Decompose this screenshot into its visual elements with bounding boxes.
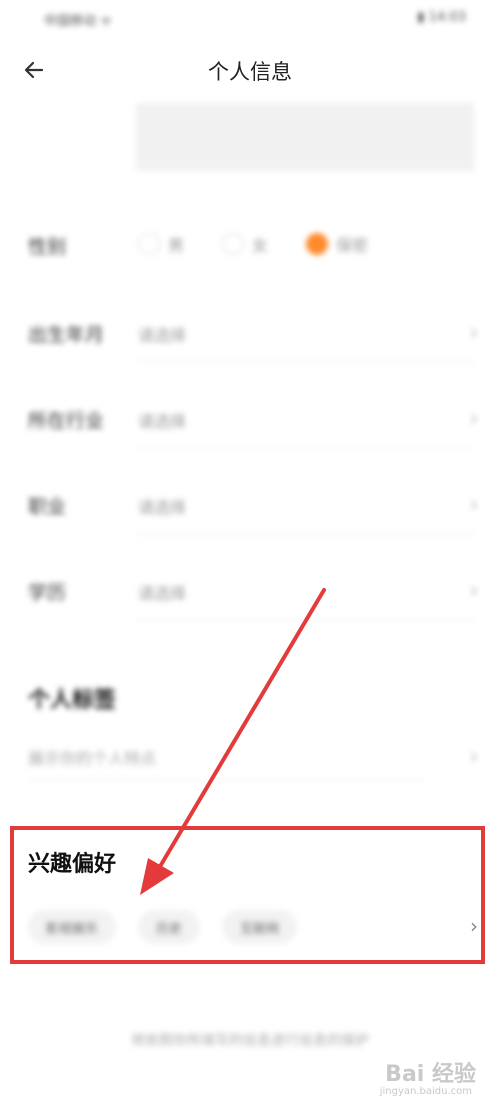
watermark-url: jingyan.baidu.com bbox=[379, 1086, 472, 1097]
interests-chevron-icon[interactable]: › bbox=[470, 914, 478, 938]
personal-tags-title: 个人标签 bbox=[28, 688, 117, 713]
divider bbox=[136, 361, 474, 362]
gender-option-label: 男 bbox=[168, 236, 185, 255]
birth-row[interactable]: 出生年月 请选择 › bbox=[0, 302, 500, 362]
chevron-right-icon: › bbox=[470, 744, 478, 768]
battery-time: ▮ 14:03 bbox=[417, 10, 466, 25]
education-label: 学历 bbox=[28, 582, 67, 604]
nickname-field[interactable] bbox=[136, 103, 474, 171]
chevron-right-icon: › bbox=[470, 578, 478, 602]
divider bbox=[136, 447, 474, 448]
education-value: 请选择 bbox=[138, 584, 187, 603]
occupation-label: 职业 bbox=[28, 496, 67, 518]
gender-option-label: 女 bbox=[252, 236, 269, 255]
gender-option-female[interactable]: 女 bbox=[222, 232, 268, 256]
industry-value: 请选择 bbox=[138, 412, 187, 431]
occupation-value: 请选择 bbox=[138, 498, 187, 517]
chevron-right-icon: › bbox=[470, 406, 478, 430]
watermark-text: Bai 经验 bbox=[385, 1062, 476, 1087]
interest-chip[interactable]: 影视娱乐 bbox=[28, 910, 117, 944]
education-row[interactable]: 学历 请选择 › bbox=[0, 560, 500, 620]
gender-label: 性别 bbox=[28, 236, 67, 258]
divider bbox=[136, 619, 474, 620]
occupation-row[interactable]: 职业 请选择 › bbox=[0, 474, 500, 534]
industry-row[interactable]: 所在行业 请选择 › bbox=[0, 388, 500, 448]
status-bar: 中国移动 ᯤ ▮ 14:03 bbox=[0, 0, 500, 38]
birth-label: 出生年月 bbox=[28, 324, 105, 346]
interest-chip[interactable]: 互联网 bbox=[222, 910, 298, 944]
interest-chip-list: 影视娱乐 历史 互联网 bbox=[28, 910, 298, 944]
radio-selected-icon bbox=[306, 233, 328, 255]
gender-option-label: 保密 bbox=[336, 236, 369, 255]
birth-value: 请选择 bbox=[138, 326, 187, 345]
chevron-right-icon: › bbox=[470, 492, 478, 516]
privacy-note: 将依照你所填写的信息进行信息的保护 bbox=[131, 1033, 369, 1049]
personal-tags-hint[interactable]: 展示你的个人特点 bbox=[28, 745, 156, 769]
page-title: 个人信息 bbox=[208, 60, 292, 84]
carrier-text: 中国移动 ᯤ bbox=[44, 14, 113, 29]
industry-label: 所在行业 bbox=[28, 410, 105, 432]
divider bbox=[28, 780, 424, 781]
gender-option-secret[interactable]: 保密 bbox=[306, 232, 368, 256]
divider bbox=[136, 533, 474, 534]
gender-row: 性别 男 女 保密 bbox=[0, 214, 500, 274]
interests-title: 兴趣偏好 bbox=[28, 852, 117, 877]
chevron-right-icon: › bbox=[470, 320, 478, 344]
baidu-watermark: Bai 经验 bbox=[385, 1056, 476, 1088]
gender-option-male[interactable]: 男 bbox=[138, 232, 184, 256]
app-header: 个人信息 bbox=[0, 40, 500, 100]
interest-chip[interactable]: 历史 bbox=[138, 910, 201, 944]
radio-icon bbox=[138, 233, 160, 255]
radio-icon bbox=[222, 233, 244, 255]
